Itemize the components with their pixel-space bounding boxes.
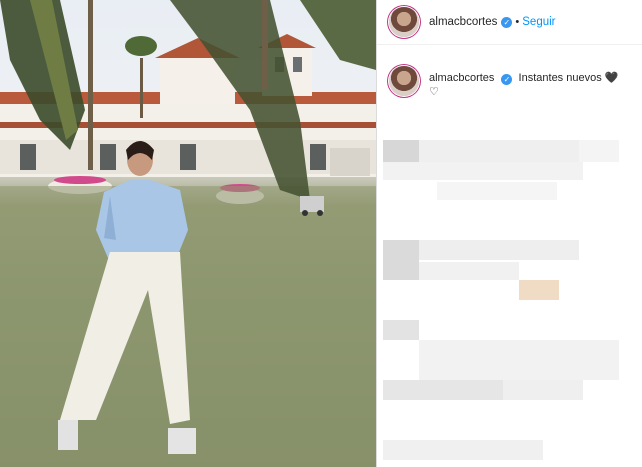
caption-avatar[interactable]: [389, 66, 419, 96]
white-heart-emoji: ♡: [429, 86, 439, 98]
post-header: almacbcortes ✓ • Seguir: [377, 0, 642, 45]
post-photo[interactable]: [0, 0, 376, 467]
photo-illustration: [0, 0, 376, 467]
black-heart-emoji: 🖤: [604, 72, 619, 84]
follow-button[interactable]: Seguir: [522, 16, 555, 28]
caption-verified-badge-icon: ✓: [501, 74, 513, 85]
author-avatar[interactable]: [389, 7, 419, 37]
separator-dot: •: [515, 16, 520, 28]
verified-badge-icon: ✓: [501, 16, 513, 28]
instagram-post: almacbcortes ✓ • Seguir almacbcortes ✓ I…: [0, 0, 642, 467]
author-username[interactable]: almacbcortes: [429, 16, 497, 28]
post-caption: almacbcortes ✓ Instantes nuevos 🖤 ♡: [389, 66, 634, 99]
caption-text: almacbcortes ✓ Instantes nuevos 🖤 ♡: [429, 71, 618, 99]
caption-username[interactable]: almacbcortes: [429, 72, 494, 84]
caption-body: Instantes nuevos: [518, 72, 602, 84]
post-sidebar: almacbcortes ✓ • Seguir almacbcortes ✓ I…: [377, 0, 642, 467]
